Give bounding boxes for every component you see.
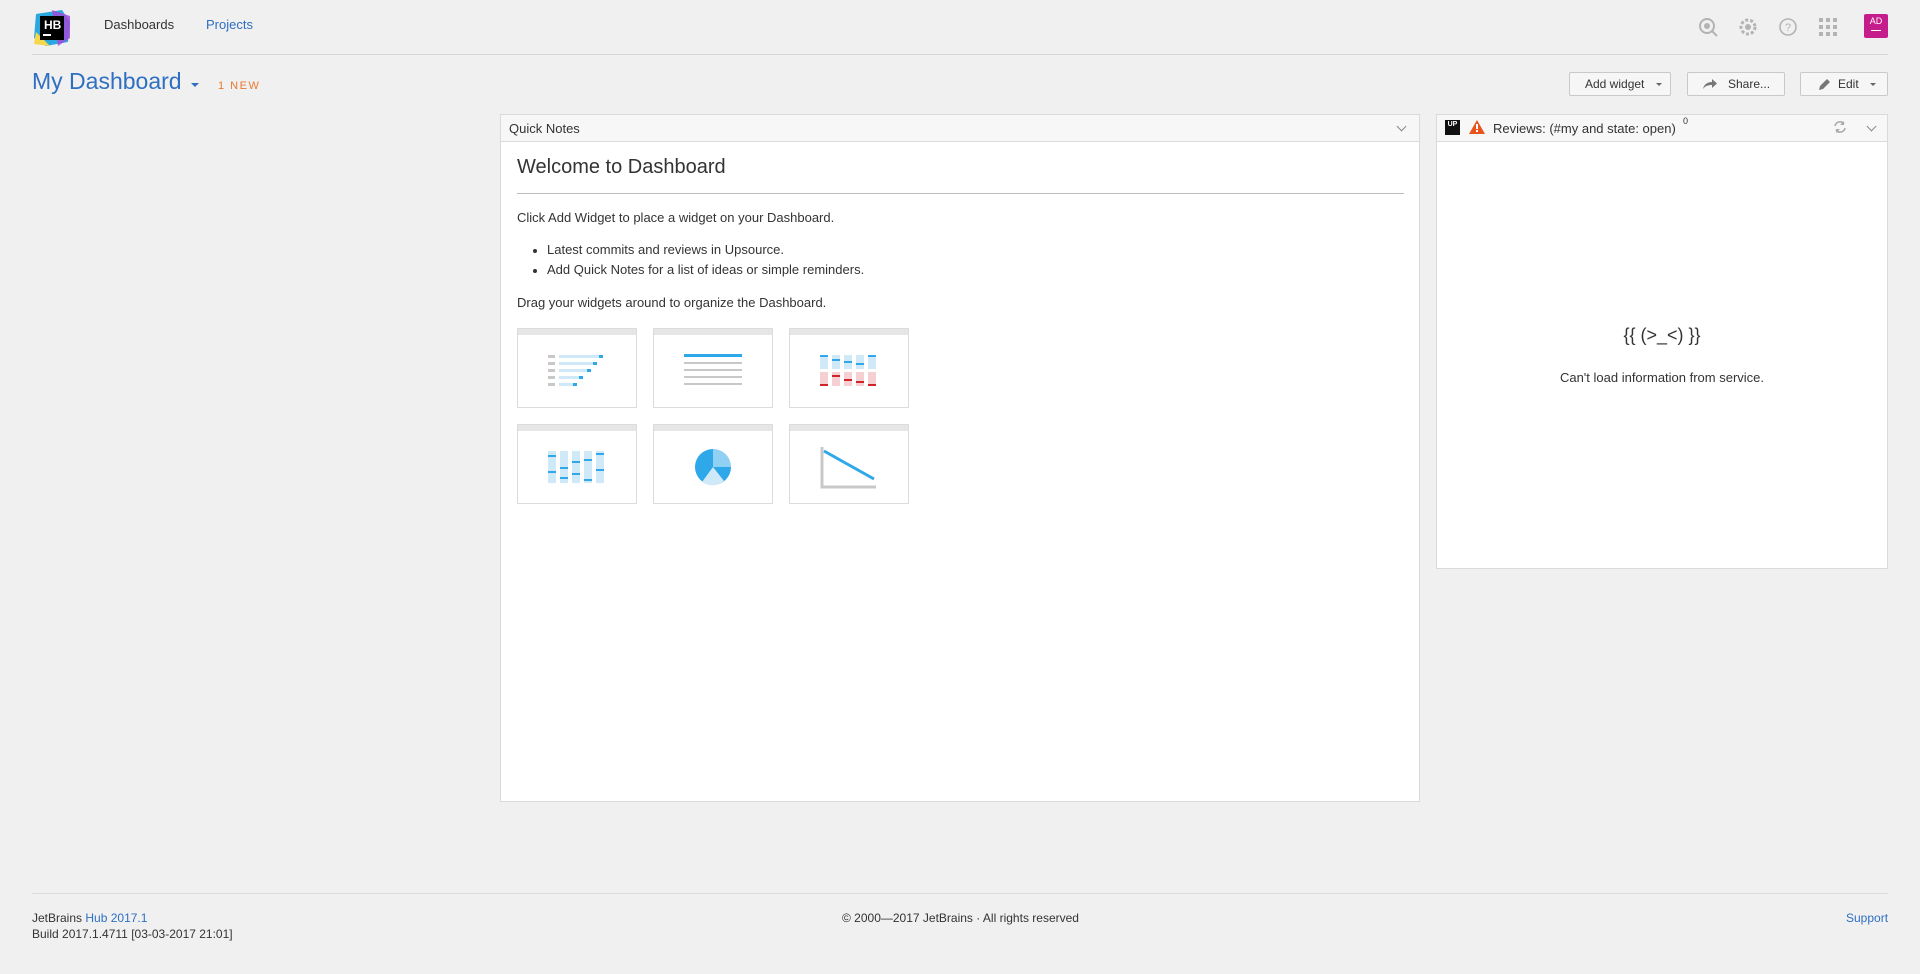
add-widget-label: Add widget xyxy=(1585,77,1645,91)
nav-dashboards[interactable]: Dashboards xyxy=(104,17,174,32)
help-icon[interactable]: ? xyxy=(1777,16,1799,38)
quick-notes-widget: Quick Notes Welcome to Dashboard Click A… xyxy=(500,114,1420,802)
list-item: Latest commits and reviews in Upsource. xyxy=(533,242,784,257)
share-button[interactable]: Share... xyxy=(1687,72,1785,96)
support-link[interactable]: Support xyxy=(1846,911,1888,925)
chevron-down-icon[interactable] xyxy=(1396,121,1407,132)
logo-text: HB xyxy=(44,18,62,32)
welcome-heading: Welcome to Dashboard xyxy=(517,156,726,178)
chevron-down-icon[interactable] xyxy=(1866,121,1877,132)
new-badge[interactable]: 1 NEW xyxy=(218,80,260,92)
upsource-logo: UP xyxy=(1445,120,1460,135)
bar-chart-thumbnail[interactable] xyxy=(789,328,909,408)
column-chart-thumbnail[interactable] xyxy=(517,424,637,504)
refresh-icon[interactable] xyxy=(1833,120,1847,139)
share-label: Share... xyxy=(1728,77,1771,91)
nav-projects[interactable]: Projects xyxy=(206,17,253,32)
reviews-widget: UP Reviews: (#my and state: open) 0 {{ (… xyxy=(1436,114,1888,569)
column-chart-icon xyxy=(548,451,604,483)
chevron-down-icon xyxy=(1656,83,1662,86)
apps-grid-icon[interactable] xyxy=(1817,16,1839,38)
edit-button[interactable]: Edit xyxy=(1800,72,1888,96)
search-icon[interactable] xyxy=(1697,16,1719,38)
widget-title: Quick Notes xyxy=(509,121,580,136)
widget-header[interactable]: Quick Notes xyxy=(501,115,1419,142)
footer-product-link[interactable]: Hub 2017.1 xyxy=(85,911,147,925)
footer-brand: JetBrains xyxy=(32,911,83,925)
footer-copyright: © 2000—2017 JetBrains · All rights reser… xyxy=(842,911,1079,925)
outro-text: Drag your widgets around to organize the… xyxy=(517,295,827,310)
hub-logo[interactable]: HB xyxy=(32,8,72,48)
text-lines-thumbnail[interactable] xyxy=(653,328,773,408)
count-badge: 0 xyxy=(1683,116,1689,126)
chevron-down-icon[interactable] xyxy=(191,83,199,87)
gear-icon[interactable] xyxy=(1737,16,1759,38)
tree-list-icon xyxy=(548,355,603,386)
line-chart-thumbnail[interactable] xyxy=(789,424,909,504)
top-header: HB Dashboards Projects ? AD xyxy=(0,0,1920,54)
divider xyxy=(517,193,1404,194)
error-face: {{ (>_<) }} xyxy=(1623,325,1701,345)
header-divider xyxy=(32,54,1888,55)
pie-chart-thumbnail[interactable] xyxy=(653,424,773,504)
dashboard-title[interactable]: My Dashboard xyxy=(32,68,182,95)
footer-build: Build 2017.1.4711 [03-03-2017 21:01] xyxy=(32,927,233,941)
pencil-icon xyxy=(1817,78,1831,95)
pie-chart-icon xyxy=(695,449,731,486)
add-widget-button[interactable]: Add widget xyxy=(1569,72,1671,96)
list-item: Add Quick Notes for a list of ideas or s… xyxy=(532,262,865,277)
bar-chart-icon xyxy=(820,355,876,386)
footer-divider xyxy=(32,893,1888,894)
warning-icon xyxy=(1469,120,1485,139)
error-message: Can't load information from service. xyxy=(1559,370,1765,385)
widget-title: Reviews: (#my and state: open) xyxy=(1493,121,1676,136)
chevron-down-icon xyxy=(1870,83,1876,86)
user-avatar[interactable]: AD xyxy=(1864,14,1888,38)
svg-text:?: ? xyxy=(1785,22,1791,34)
edit-label: Edit xyxy=(1838,77,1859,91)
share-icon xyxy=(1702,78,1718,93)
intro-text: Click Add Widget to place a widget on yo… xyxy=(517,210,835,225)
footer-product: JetBrains Hub 2017.1 xyxy=(32,911,147,925)
tree-list-thumbnail[interactable] xyxy=(517,328,637,408)
widget-header[interactable]: UP Reviews: (#my and state: open) 0 xyxy=(1437,115,1887,142)
text-lines-icon xyxy=(684,354,742,385)
line-chart-icon xyxy=(820,447,876,489)
